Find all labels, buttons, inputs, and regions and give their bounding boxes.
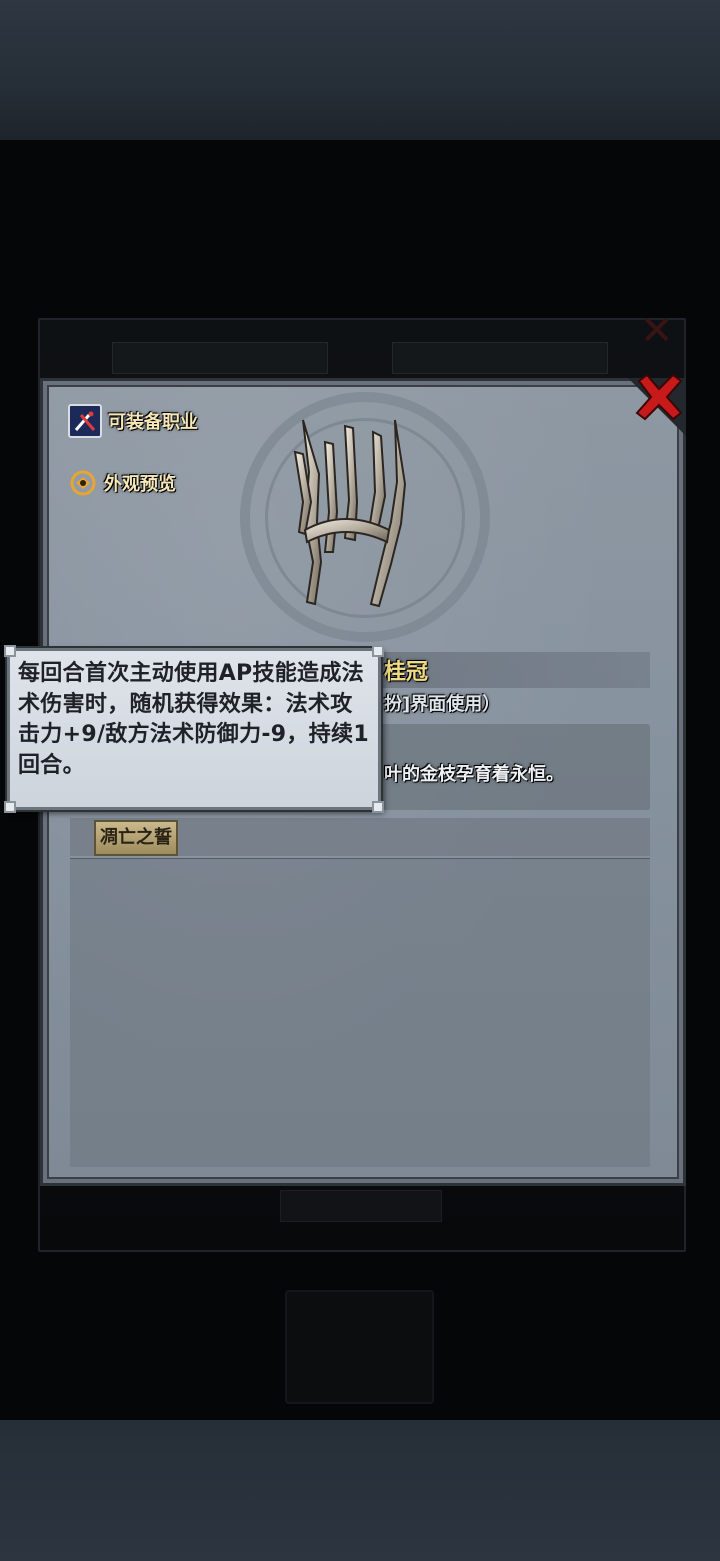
bottom-band <box>0 1420 720 1561</box>
tooltip-corner <box>372 645 384 657</box>
equip-class-option[interactable]: 可装备职业 <box>68 404 198 438</box>
tooltip-text: 每回合首次主动使用AP技能造成法术伤害时，随机获得效果：法术攻击力+9/敌方法术… <box>18 661 369 778</box>
background-tab <box>112 342 328 374</box>
preview-icon <box>68 468 98 498</box>
background-button <box>280 1190 442 1222</box>
item-title: 桂冠 <box>384 660 429 685</box>
background-emblem <box>285 1290 434 1404</box>
top-band <box>0 0 720 140</box>
skill-tag[interactable]: 凋亡之誓 <box>94 820 178 856</box>
equip-class-label: 可装备职业 <box>108 412 198 433</box>
class-swords-icon <box>68 404 102 438</box>
tooltip-corner <box>4 801 16 813</box>
appearance-preview-option[interactable]: 外观预览 <box>68 468 176 498</box>
item-description: 叶的金枝孕育着永恒。 <box>384 764 564 785</box>
skill-tooltip: 每回合首次主动使用AP技能造成法术伤害时，随机获得效果：法术攻击力+9/敌方法术… <box>4 645 384 813</box>
close-button[interactable] <box>630 368 688 426</box>
background-close-icon: ✕ <box>640 308 674 354</box>
item-content-area <box>70 858 650 1167</box>
background-tab <box>392 342 608 374</box>
tooltip-corner <box>4 645 16 657</box>
laurel-crown-icon <box>293 419 407 608</box>
close-icon <box>635 373 683 421</box>
item-subtitle: 扮]界面使用） <box>384 694 501 715</box>
tooltip-corner <box>372 801 384 813</box>
appearance-preview-label: 外观预览 <box>104 474 176 495</box>
